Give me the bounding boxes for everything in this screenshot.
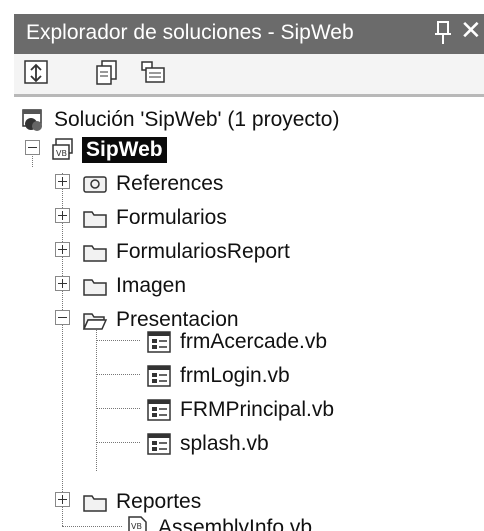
folder-icon	[83, 245, 107, 262]
folder-icon	[83, 495, 107, 512]
tree-connector	[96, 325, 97, 471]
collapse-toggle[interactable]	[55, 310, 70, 325]
solution-tree: Solución 'SipWeb' (1 proyecto) VB SipWeb…	[14, 97, 484, 531]
vb-form-icon	[147, 331, 171, 353]
pin-icon[interactable]	[432, 18, 454, 48]
vb-form-icon	[147, 433, 171, 455]
project-label: SipWeb	[82, 137, 167, 163]
reportes-label: Reportes	[116, 490, 202, 513]
tree-connector	[96, 340, 140, 341]
vb-file-icon: VB	[128, 516, 147, 531]
folder-icon	[83, 211, 107, 228]
tree-connector	[62, 173, 63, 526]
expand-toggle[interactable]	[55, 174, 70, 189]
window-title: Explorador de soluciones - SipWeb	[26, 21, 354, 44]
solution-label: Solución 'SipWeb' (1 proyecto)	[54, 108, 340, 131]
references-label: References	[116, 172, 224, 195]
frmacercade-label: frmAcercade.vb	[180, 330, 328, 353]
solution-icon	[22, 109, 42, 131]
frmlogin-label: frmLogin.vb	[180, 364, 290, 387]
properties-icon[interactable]	[92, 58, 122, 88]
refresh-icon[interactable]	[22, 58, 52, 88]
tree-connector	[96, 408, 140, 409]
folder-icon	[83, 279, 107, 296]
expand-toggle[interactable]	[55, 276, 70, 291]
close-icon[interactable]: ✕	[460, 16, 482, 46]
tree-connector	[62, 526, 122, 527]
title-bar: Explorador de soluciones - SipWeb ✕	[14, 14, 484, 54]
svg-text:VB: VB	[56, 149, 67, 158]
collapse-toggle[interactable]	[25, 140, 40, 155]
tree-connector	[96, 374, 140, 375]
imagen-label: Imagen	[116, 274, 187, 297]
toolbar	[14, 54, 484, 94]
vb-form-icon	[147, 365, 171, 387]
formulariosreport-label: FormulariosReport	[116, 240, 290, 263]
references-icon	[83, 176, 107, 193]
solution-explorer-window: Explorador de soluciones - SipWeb ✕ Solu…	[0, 0, 484, 531]
open-folder-icon	[82, 313, 108, 330]
expand-toggle[interactable]	[55, 492, 70, 507]
tree-connector	[96, 442, 140, 443]
formularios-label: Formularios	[116, 206, 227, 229]
expand-toggle[interactable]	[55, 208, 70, 223]
expand-toggle[interactable]	[55, 242, 70, 257]
splash-label: splash.vb	[180, 432, 269, 455]
svg-text:VB: VB	[131, 522, 142, 531]
frmprincipal-label: FRMPrincipal.vb	[180, 398, 335, 421]
vb-form-icon	[147, 399, 171, 421]
assemblyinfo-label: AssemblyInfo.vb	[158, 516, 313, 531]
show-all-files-icon[interactable]	[138, 58, 168, 88]
vb-project-icon: VB	[52, 138, 73, 160]
